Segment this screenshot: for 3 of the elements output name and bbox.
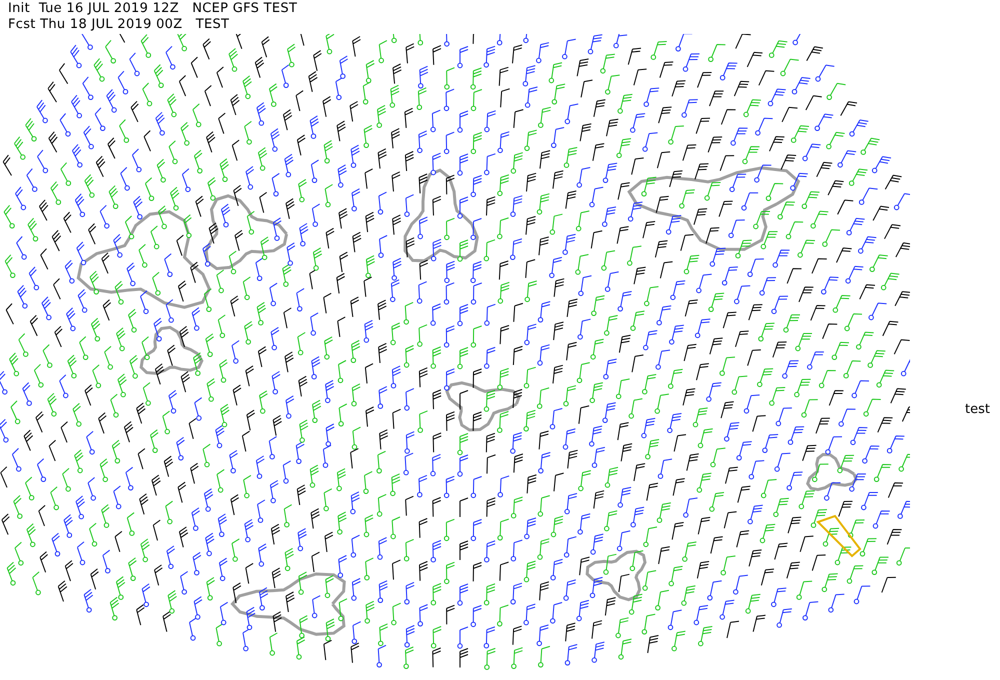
plot-title: Fcst Thu 18 JUL 2019 00Z TEST bbox=[8, 17, 230, 33]
plot-title: Init Tue 16 JUL 2019 12Z NCEP GFS TEST bbox=[8, 1, 298, 17]
plot-label: test bbox=[965, 402, 990, 417]
